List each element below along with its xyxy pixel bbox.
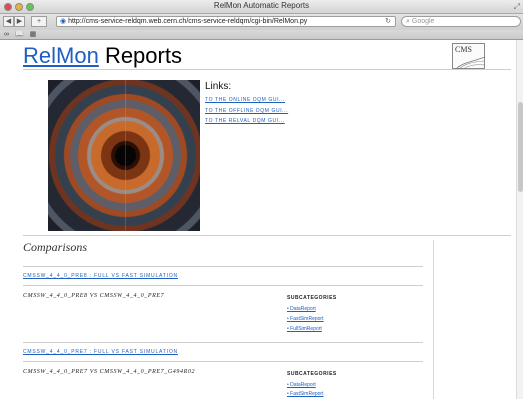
section-divider — [23, 235, 511, 236]
comparison-group-link[interactable]: CMSSW_4_4_0_PRE8 : FULL VS FAST SIMULATI… — [23, 273, 178, 279]
scrollbar-thumb[interactable] — [518, 102, 523, 192]
page-title-text: Reports — [104, 43, 182, 68]
header-divider — [23, 69, 511, 70]
search-placeholder: Google — [411, 18, 435, 25]
window-titlebar: RelMon Automatic Reports ⤢ — [0, 0, 523, 14]
relmon-home-link[interactable]: RelMon — [23, 43, 99, 68]
fastsimreport-link[interactable]: FastSimReport — [287, 316, 323, 322]
comparison-divider — [23, 266, 423, 267]
sidebar-divider — [433, 240, 434, 399]
comparison-divider — [23, 361, 423, 362]
fullscreen-icon[interactable]: ⤢ — [514, 2, 520, 12]
fullsimreport-link[interactable]: FullSimReport — [287, 326, 322, 332]
bookmarks-bar: ∞ 📖 ▦ — [0, 30, 523, 40]
page-content: RelMon Reports CMS Links: TO THE ONLINE … — [0, 40, 516, 399]
cms-logo-mark-icon — [455, 56, 486, 70]
subcategories-label: SUBCATEGORIES — [287, 371, 337, 377]
comparison-divider — [23, 285, 423, 286]
browser-toolbar: ◀ ▶ + ◉ http://cms-service-reldqm.web.ce… — [0, 14, 523, 30]
subcategories-label: SUBCATEGORIES — [287, 295, 337, 301]
reading-list-icon[interactable]: ∞ — [4, 31, 9, 38]
vertical-scrollbar[interactable] — [516, 40, 523, 399]
forward-button[interactable]: ▶ — [14, 16, 25, 27]
url-bar[interactable]: ◉ http://cms-service-reldqm.web.cern.ch/… — [56, 16, 396, 27]
window-title: RelMon Automatic Reports — [213, 1, 310, 10]
beam-pipe-highlight — [125, 80, 126, 231]
grid-icon[interactable]: ▦ — [30, 31, 37, 38]
links-heading: Links: — [205, 81, 232, 92]
comparison-row: CMSSW_4_4_0_PRE7 VS CMSSW_4_4_0_PRE7_G49… — [23, 369, 196, 375]
comparison-group-link[interactable]: CMSSW_4_4_0_PRE7 : FULL VS FAST SIMULATI… — [23, 349, 178, 355]
comparisons-heading: Comparisons — [23, 240, 88, 254]
cms-logo-text: CMS — [455, 45, 472, 54]
search-field[interactable]: ⌕ Google — [401, 16, 521, 27]
relval-dqm-link[interactable]: TO THE RELVAL DQM GUI... — [205, 118, 285, 124]
cms-detector-image — [48, 80, 200, 231]
globe-icon: ◉ — [60, 18, 67, 25]
add-bookmark-button[interactable]: + — [31, 16, 47, 27]
comparison-divider — [23, 342, 423, 343]
datareport-link[interactable]: DataReport — [287, 306, 316, 312]
cms-logo: CMS — [452, 43, 486, 70]
online-dqm-link[interactable]: TO THE ONLINE DQM GUI... — [205, 97, 285, 103]
comparison-row: CMSSW_4_4_0_PRE8 VS CMSSW_4_4_0_PRE7 — [23, 293, 165, 299]
back-button[interactable]: ◀ — [3, 16, 14, 27]
datareport-link[interactable]: DataReport — [287, 382, 316, 388]
bookmarks-icon[interactable]: 📖 — [15, 31, 24, 38]
offline-dqm-link[interactable]: TO THE OFFLINE DQM GUI... — [205, 108, 288, 114]
url-text: http://cms-service-reldqm.web.cern.ch/cm… — [68, 18, 308, 25]
reload-icon[interactable]: ↻ — [385, 17, 391, 26]
search-icon: ⌕ — [406, 18, 410, 25]
page-title: RelMon Reports — [23, 43, 182, 68]
fastsimreport-link[interactable]: FastSimReport — [287, 391, 323, 397]
